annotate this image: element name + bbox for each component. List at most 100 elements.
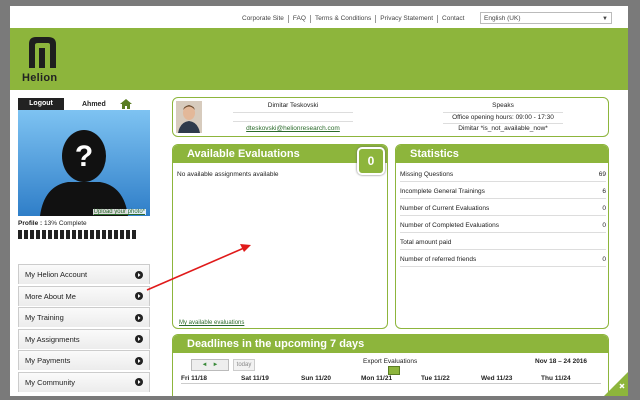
stat-row: Number of referred friends 0: [400, 256, 606, 267]
progress-segment: [48, 230, 52, 239]
progress-segment: [132, 230, 136, 239]
sidebar-item-assignments[interactable]: My Assignments: [18, 328, 150, 349]
profile-label: Profile :: [18, 220, 43, 227]
day-header: Wed 11/23: [481, 375, 513, 382]
profile-sidebar: Logout Ahmed ? Upload your photo* Profil…: [18, 98, 150, 239]
progress-segment: [90, 230, 94, 239]
panel-title: Available Evaluations: [173, 145, 387, 163]
username: Ahmed: [82, 100, 106, 108]
progress-segment: [96, 230, 100, 239]
link-corporate-site[interactable]: Corporate Site: [238, 15, 289, 23]
caret-down-icon: ▼: [602, 16, 608, 22]
sidebar-item-payments[interactable]: My Payments: [18, 350, 150, 370]
divider: [443, 112, 563, 113]
speaks-label: Speaks: [492, 102, 514, 109]
excel-export-icon[interactable]: [388, 366, 400, 375]
stat-label: Total amount paid: [400, 239, 452, 246]
manager-name: Dimitar Teskovski: [267, 102, 319, 109]
deadlines-panel: Deadlines in the upcoming 7 days ◄ ► tod…: [172, 334, 609, 396]
stat-label: Number of Current Evaluations: [400, 205, 490, 212]
language-value: English (UK): [484, 15, 521, 22]
stat-label: Number of referred friends: [400, 256, 477, 263]
evaluations-count-badge: 0: [357, 147, 385, 175]
account-manager-card: Dimitar Teskovski dteskovski@helionresea…: [172, 97, 609, 137]
helion-logo[interactable]: Helion: [22, 34, 72, 86]
progress-segment: [84, 230, 88, 239]
sidebar-item-training[interactable]: My Training: [18, 307, 150, 327]
export-evaluations-label: Export Evaluations: [363, 358, 418, 365]
day-header: Sat 11/19: [241, 375, 269, 382]
progress-segment: [126, 230, 130, 239]
profile-photo[interactable]: ? Upload your photo*: [18, 110, 150, 216]
sidebar-item-label: More About Me: [25, 291, 76, 301]
panel-title: Deadlines in the upcoming 7 days: [173, 335, 608, 353]
divider: [233, 112, 353, 113]
chevron-right-icon: [135, 335, 143, 343]
link-contact[interactable]: Contact: [438, 15, 468, 23]
availability-status: Dimitar *is_not_available_now*: [458, 125, 548, 132]
progress-segment: [42, 230, 46, 239]
sidebar-item-more-about-me[interactable]: More About Me: [18, 285, 150, 306]
chevron-right-icon: [135, 313, 143, 322]
svg-text:?: ?: [75, 140, 93, 173]
stat-value: 6: [602, 188, 606, 195]
calendar-grid: [181, 383, 601, 396]
available-evaluations-link[interactable]: My available evaluations: [179, 320, 244, 326]
statistics-panel: Statistics Missing Questions 69 Incomplet…: [395, 144, 609, 329]
profile-completion-text: Profile : 13% Complete: [18, 220, 150, 227]
logout-button[interactable]: Logout: [18, 98, 64, 110]
stat-row: Number of Current Evaluations 0: [400, 205, 606, 216]
available-evaluations-panel: Available Evaluations 0 No available ass…: [172, 144, 388, 329]
profile-progress-bar: [18, 230, 150, 239]
stat-value: 0: [602, 205, 606, 212]
day-header: Sun 11/20: [301, 375, 331, 382]
progress-segment: [36, 230, 40, 239]
sidebar-item-helion-account[interactable]: My Helion Account: [18, 264, 150, 284]
profile-percent: 13% Complete: [44, 220, 87, 227]
stat-value: 0: [602, 256, 606, 263]
day-header: Thu 11/24: [541, 375, 571, 382]
date-range: Nov 18 – 24 2016: [535, 358, 588, 365]
person-photo-icon: [176, 101, 202, 133]
sidebar-menu: My Helion Account More About Me My Train…: [18, 264, 150, 393]
progress-segment: [114, 230, 118, 239]
top-links: Corporate Site FAQ Terms & Conditions Pr…: [238, 15, 468, 23]
stat-label: Missing Questions: [400, 171, 454, 178]
chevron-right-icon: [135, 378, 143, 386]
header-banner: Helion: [10, 28, 628, 90]
home-icon[interactable]: [119, 99, 132, 109]
progress-segment: [102, 230, 106, 239]
prev-next-buttons[interactable]: ◄ ►: [191, 359, 229, 371]
sidebar-topbar: Logout Ahmed: [18, 98, 150, 110]
manager-email-link[interactable]: dteskovski@helionresearch.com: [233, 125, 353, 132]
day-header: Fri 11/18: [181, 375, 208, 382]
link-faq[interactable]: FAQ: [289, 15, 311, 23]
stat-row: Total amount paid: [400, 239, 606, 250]
stat-label: Number of Completed Evaluations: [400, 222, 499, 229]
stat-row: Number of Completed Evaluations 0: [400, 222, 606, 233]
stat-label: Incomplete General Trainings: [400, 188, 485, 195]
unknown-user-icon: ?: [40, 130, 128, 216]
stat-row: Incomplete General Trainings 6: [400, 188, 606, 199]
day-header: Mon 11/21: [361, 375, 393, 382]
sidebar-item-community[interactable]: My Community: [18, 371, 150, 392]
upload-photo-link[interactable]: Upload your photo*: [92, 209, 146, 215]
progress-segment: [72, 230, 76, 239]
divider: [443, 123, 563, 124]
calendar-day-headers: Fri 11/18 Sat 11/19 Sun 11/20 Mon 11/21 …: [181, 375, 601, 382]
stat-value: 0: [602, 222, 606, 229]
top-navigation: Corporate Site FAQ Terms & Conditions Pr…: [10, 6, 628, 28]
divider: [233, 121, 353, 122]
sidebar-item-label: My Helion Account: [25, 270, 88, 279]
link-privacy[interactable]: Privacy Statement: [376, 15, 439, 23]
link-terms[interactable]: Terms & Conditions: [311, 15, 377, 23]
progress-segment: [108, 230, 112, 239]
empty-message: No available assignments available: [177, 171, 279, 178]
progress-segment: [30, 230, 34, 239]
manager-avatar: [176, 101, 202, 133]
corner-help-icon[interactable]: [600, 364, 628, 396]
chevron-right-icon: [135, 356, 143, 365]
language-select[interactable]: English (UK) ▼: [480, 12, 612, 24]
today-button[interactable]: today: [233, 359, 255, 371]
helion-logo-icon: [29, 37, 56, 68]
